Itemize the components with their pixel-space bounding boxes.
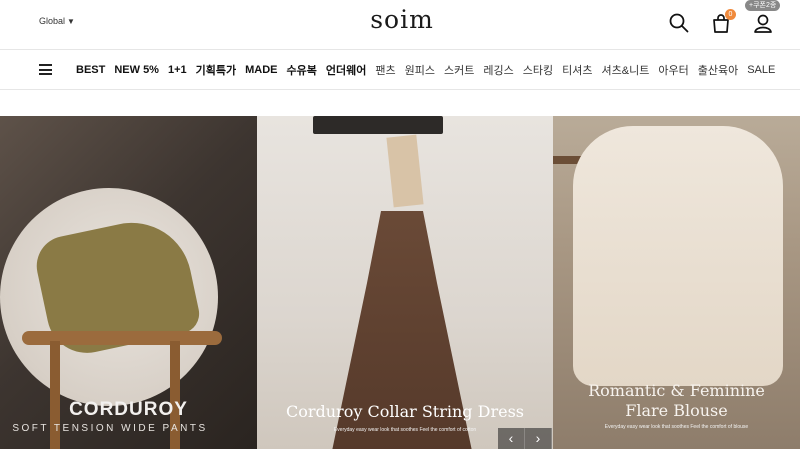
coat-hooks-image	[313, 116, 443, 134]
global-label: Global	[39, 16, 66, 26]
search-icon[interactable]	[668, 12, 690, 34]
user-icon[interactable]	[752, 12, 774, 34]
coupon-badge: +쿠폰2종	[745, 0, 781, 11]
book-image	[386, 134, 424, 208]
banner-panel-corduroy-pants[interactable]: CORDUROY SOFT TENSION WIDE PANTS	[0, 116, 257, 449]
nav-item[interactable]: 아우터	[658, 62, 688, 78]
banner-title: CORDUROY	[69, 399, 188, 420]
category-nav: BEST NEW 5% 1+1 기획특가 MADE 수유복 언더웨어 팬츠 원피스 스커트 레깅스 스…	[0, 50, 800, 90]
nav-item[interactable]: 티셔츠	[562, 62, 592, 78]
global-language-selector[interactable]: Global ▼	[39, 16, 75, 26]
category-menu: BEST NEW 5% 1+1 기획특가 MADE 수유복 언더웨어 팬츠 원피스 스커트 레깅스 스…	[76, 62, 775, 78]
banner-panel-flare-blouse[interactable]: Romantic & Feminine Flare Blouse Everyda…	[553, 116, 800, 449]
header-icons: 0	[668, 9, 774, 34]
nav-item[interactable]: 기획특가	[196, 62, 236, 78]
blouse-image	[573, 126, 783, 386]
banner-panel-collar-dress[interactable]: Corduroy Collar String Dress Everyday ea…	[257, 116, 553, 449]
cart-count-badge: 0	[725, 9, 736, 20]
banner-small-text: Everyday easy wear look that soothes Fee…	[604, 424, 749, 430]
nav-item[interactable]: SALE	[747, 64, 775, 76]
nav-item[interactable]: 출산육아	[698, 62, 738, 78]
banner-title: Corduroy Collar String Dress	[285, 402, 524, 421]
nav-item[interactable]: NEW 5%	[114, 64, 159, 76]
nav-item[interactable]: 1+1	[168, 64, 187, 76]
nav-item[interactable]: 스커트	[444, 62, 474, 78]
main-banner-carousel: CORDUROY SOFT TENSION WIDE PANTS Corduro…	[0, 116, 800, 449]
nav-item[interactable]: BEST	[76, 64, 105, 76]
carousel-controls: ‹ ›	[498, 428, 552, 449]
cart-icon[interactable]: 0	[710, 9, 736, 34]
nav-item[interactable]: MADE	[245, 64, 277, 76]
banner-title-line2: Flare Blouse	[625, 401, 728, 420]
banner-title-line1: Romantic & Feminine	[588, 381, 765, 400]
nav-item[interactable]: 원피스	[405, 62, 435, 78]
banner-subtitle: SOFT TENSION WIDE PANTS	[12, 423, 208, 434]
site-header: Global ▼ soim 0 +쿠폰2종	[0, 0, 800, 50]
hamburger-menu-icon[interactable]	[39, 64, 52, 75]
nav-item[interactable]: 셔츠&니트	[602, 62, 650, 78]
nav-item[interactable]: 스타킹	[523, 62, 553, 78]
nav-item[interactable]: 레깅스	[483, 62, 513, 78]
chevron-left-icon[interactable]: ‹	[498, 428, 525, 449]
site-logo[interactable]: soim	[360, 5, 444, 34]
caret-down-icon: ▼	[67, 16, 75, 26]
chevron-right-icon[interactable]: ›	[525, 428, 552, 449]
nav-item[interactable]: 팬츠	[375, 62, 395, 78]
nav-item[interactable]: 언더웨어	[326, 62, 366, 78]
nav-item[interactable]: 수유복	[287, 62, 317, 78]
